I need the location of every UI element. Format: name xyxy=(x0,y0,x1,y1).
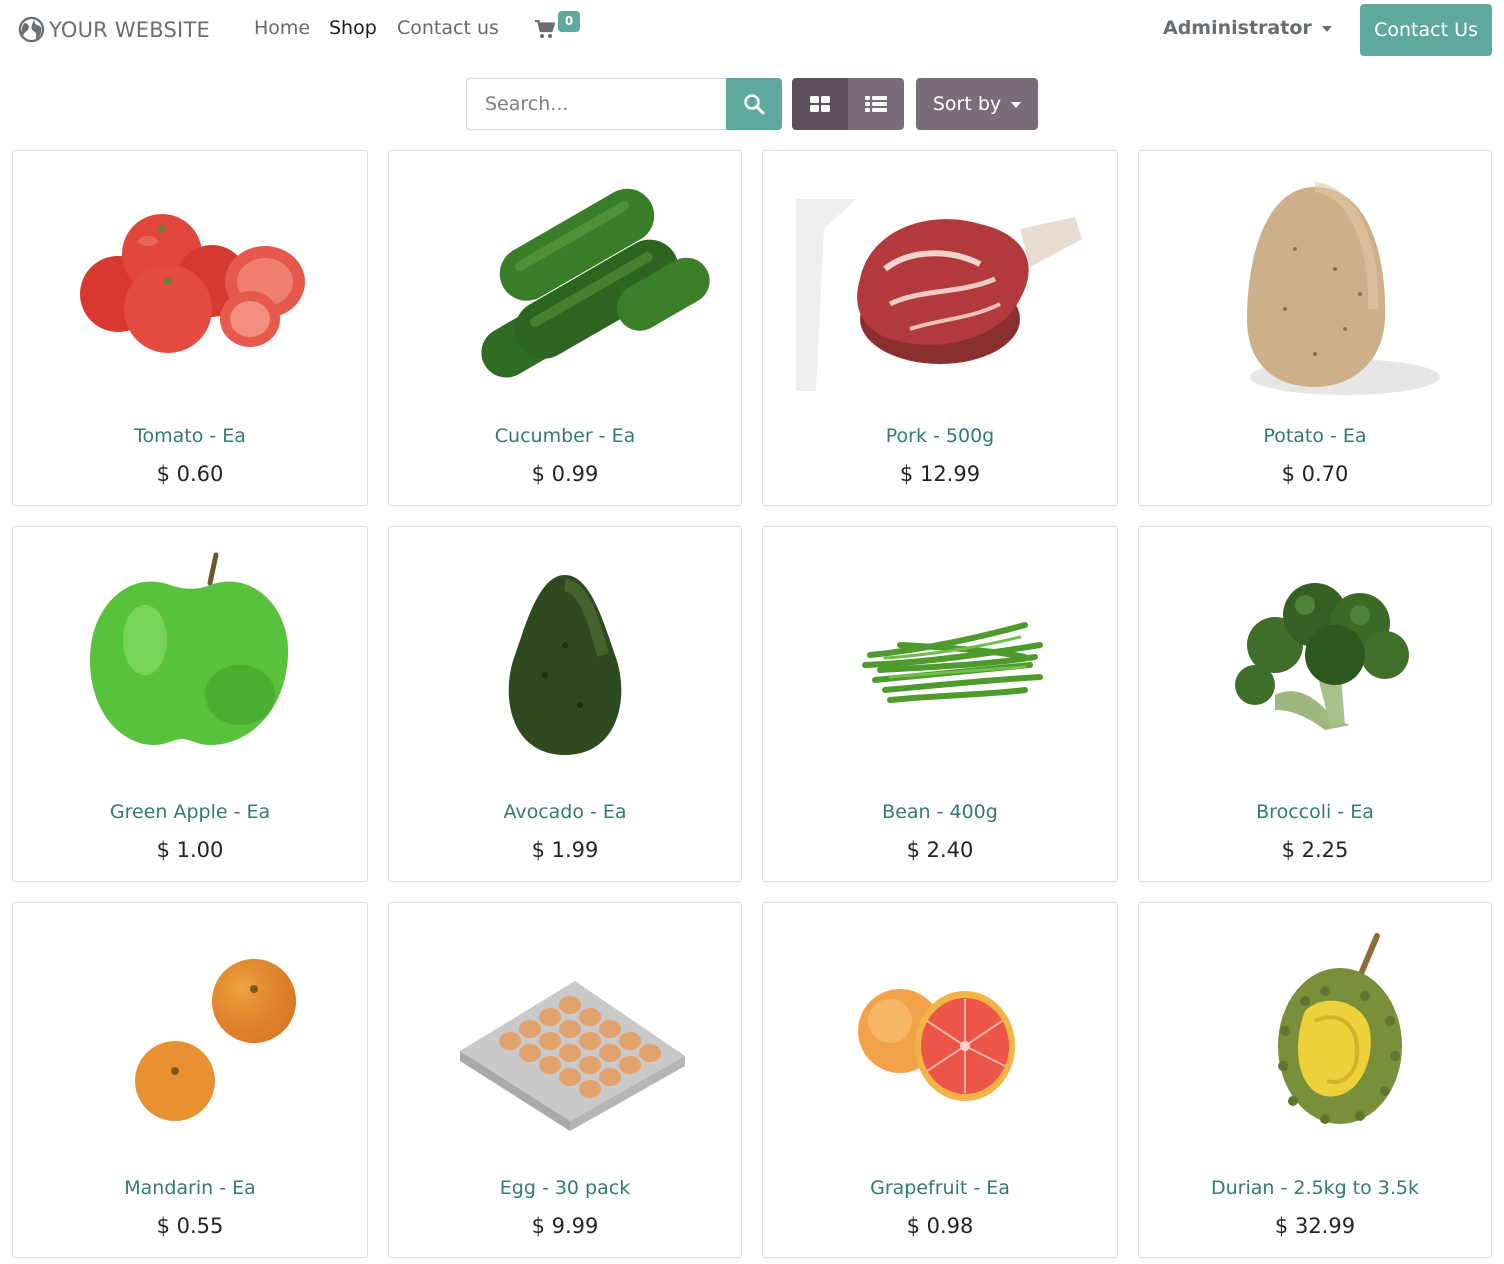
product-price: $ 1.00 xyxy=(156,838,224,862)
durian-image[interactable] xyxy=(1165,921,1465,1151)
product-name[interactable]: Bean - 400g xyxy=(763,801,1117,823)
product-price: $ 1.99 xyxy=(531,838,599,862)
product-price: $ 0.99 xyxy=(531,462,599,486)
product-name[interactable]: Mandarin - Ea xyxy=(13,1177,367,1199)
product-price: $ 0.55 xyxy=(156,1214,224,1238)
pork-image[interactable] xyxy=(790,169,1090,399)
search-button[interactable] xyxy=(726,78,782,130)
nav-link-home[interactable]: Home xyxy=(254,17,310,39)
product-price: $ 9.99 xyxy=(531,1214,599,1238)
product-price: $ 12.99 xyxy=(899,462,981,486)
product-card[interactable]: Avocado - Ea $ 1.99 xyxy=(388,526,742,882)
product-name[interactable]: Egg - 30 pack xyxy=(389,1177,741,1199)
product-name[interactable]: Avocado - Ea xyxy=(389,801,741,823)
product-name[interactable]: Cucumber - Ea xyxy=(389,425,741,447)
product-price: $ 32.99 xyxy=(1274,1214,1356,1238)
product-name[interactable]: Pork - 500g xyxy=(763,425,1117,447)
cart-count-badge: 0 xyxy=(558,11,580,32)
list-view-button[interactable] xyxy=(848,78,904,130)
product-price: $ 2.25 xyxy=(1281,838,1349,862)
nav-link-contact-us[interactable]: Contact us xyxy=(397,17,499,39)
tomato-image[interactable] xyxy=(40,169,340,399)
cart-icon xyxy=(535,20,555,38)
green-apple-image[interactable] xyxy=(40,545,340,775)
product-grid: Tomato - Ea $ 0.60 Cucumber - Ea $ 0.99 xyxy=(12,150,1492,1258)
product-price: $ 2.40 xyxy=(906,838,974,862)
sort-by-label: Sort by xyxy=(932,93,1002,115)
brand-name: YOUR WEBSITE xyxy=(49,17,210,42)
top-navbar: YOUR WEBSITE Home Shop Contact us 0 Admi… xyxy=(0,0,1504,60)
product-card[interactable]: Potato - Ea $ 0.70 xyxy=(1138,150,1492,506)
product-card[interactable]: Durian - 2.5kg to 3.5k $ 32.99 xyxy=(1138,902,1492,1258)
product-card[interactable]: Cucumber - Ea $ 0.99 xyxy=(388,150,742,506)
product-card[interactable]: Pork - 500g $ 12.99 xyxy=(762,150,1118,506)
product-price: $ 0.70 xyxy=(1281,462,1349,486)
avocado-image[interactable] xyxy=(415,545,715,775)
search-icon xyxy=(744,94,765,115)
product-card[interactable]: Grapefruit - Ea $ 0.98 xyxy=(762,902,1118,1258)
product-name[interactable]: Broccoli - Ea xyxy=(1139,801,1491,823)
chevron-down-icon xyxy=(1011,102,1022,108)
search-input[interactable] xyxy=(466,78,728,130)
contact-us-button[interactable]: Contact Us xyxy=(1360,4,1492,56)
product-card[interactable]: Tomato - Ea $ 0.60 xyxy=(12,150,368,506)
user-menu-dropdown[interactable]: Administrator xyxy=(1163,17,1332,39)
product-name[interactable]: Potato - Ea xyxy=(1139,425,1491,447)
chevron-down-icon xyxy=(1321,26,1332,32)
product-name[interactable]: Tomato - Ea xyxy=(13,425,367,447)
brand-logo[interactable]: YOUR WEBSITE xyxy=(18,16,210,43)
cart-button[interactable]: 0 xyxy=(535,11,585,43)
potato-image[interactable] xyxy=(1165,169,1465,399)
product-price: $ 0.98 xyxy=(906,1214,974,1238)
mandarin-image[interactable] xyxy=(40,921,340,1151)
grapefruit-image[interactable] xyxy=(790,921,1090,1151)
product-card[interactable]: Egg - 30 pack $ 9.99 xyxy=(388,902,742,1258)
product-name[interactable]: Durian - 2.5kg to 3.5k xyxy=(1139,1177,1491,1199)
sort-by-dropdown[interactable]: Sort by xyxy=(916,78,1038,130)
grid-view-button[interactable] xyxy=(792,78,848,130)
product-card[interactable]: Green Apple - Ea $ 1.00 xyxy=(12,526,368,882)
grid-view-icon xyxy=(810,96,830,112)
nav-link-shop[interactable]: Shop xyxy=(329,17,377,39)
broccoli-image[interactable] xyxy=(1165,545,1465,775)
product-name[interactable]: Grapefruit - Ea xyxy=(763,1177,1117,1199)
product-name[interactable]: Green Apple - Ea xyxy=(13,801,367,823)
globe-icon xyxy=(18,16,45,43)
bean-image[interactable] xyxy=(790,545,1090,775)
product-price: $ 0.60 xyxy=(156,462,224,486)
product-card[interactable]: Broccoli - Ea $ 2.25 xyxy=(1138,526,1492,882)
user-name: Administrator xyxy=(1163,17,1312,39)
list-view-icon xyxy=(865,96,887,112)
cucumber-image[interactable] xyxy=(415,169,715,399)
product-card[interactable]: Bean - 400g $ 2.40 xyxy=(762,526,1118,882)
product-card[interactable]: Mandarin - Ea $ 0.55 xyxy=(12,902,368,1258)
egg-image[interactable] xyxy=(415,921,715,1151)
